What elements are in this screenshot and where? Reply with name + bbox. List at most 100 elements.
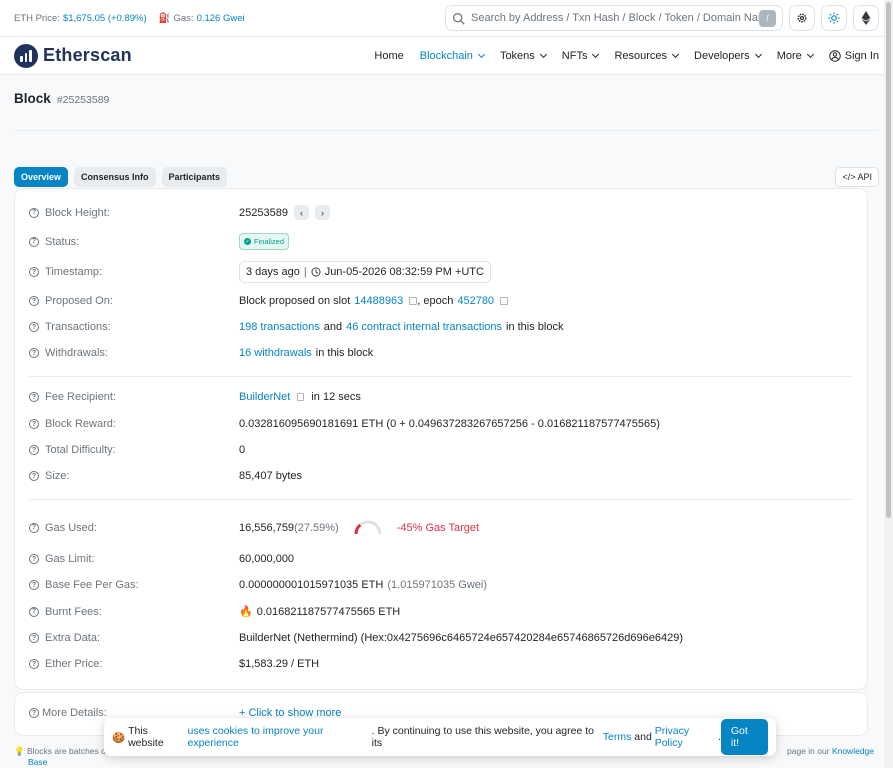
help-icon[interactable]: ?: [29, 296, 39, 306]
clock-icon: [311, 267, 321, 277]
eth-price-stat: ETH Price: $1,675.05 (+0.89%): [14, 13, 147, 24]
help-icon[interactable]: ?: [29, 471, 39, 481]
help-icon[interactable]: ?: [29, 554, 39, 564]
timestamp-box: 3 days ago | Jun-05-2026 08:32:59 PM +UT…: [239, 261, 491, 283]
internal-transactions-link[interactable]: 46 contract internal transactions: [346, 321, 502, 333]
base-fee-label: Base Fee Per Gas:: [45, 579, 139, 591]
user-icon: [829, 49, 841, 62]
withdrawals-label: Withdrawals:: [45, 347, 108, 359]
api-button[interactable]: </> API: [835, 167, 879, 187]
cookie-policy-link[interactable]: uses cookies to improve your experience: [187, 725, 371, 749]
transactions-and: and: [323, 321, 343, 333]
theme-toggle-button[interactable]: [821, 5, 847, 31]
accept-cookies-button[interactable]: Got it!: [720, 719, 768, 755]
copy-icon[interactable]: [297, 393, 305, 401]
help-icon[interactable]: ?: [29, 633, 39, 643]
sign-in-link[interactable]: Sign In: [829, 50, 879, 62]
help-icon[interactable]: ?: [29, 267, 39, 277]
scrollbar-thumb[interactable]: [886, 2, 891, 518]
extra-data-value: BuilderNet (Nethermind) (Hex:0x4275696c6…: [239, 632, 684, 644]
settings-button[interactable]: [789, 5, 815, 31]
gas-target-value: -45% Gas Target: [396, 521, 480, 534]
help-icon[interactable]: ?: [29, 580, 39, 590]
transactions-row: ? Transactions: 198 transactions and 46 c…: [29, 321, 853, 333]
page-scrollbar[interactable]: [884, 0, 893, 768]
api-label: API: [857, 172, 872, 182]
search-shortcut-key: /: [759, 9, 776, 27]
eth-price-value[interactable]: $1,675.05 (+0.89%): [63, 13, 147, 24]
transactions-link[interactable]: 198 transactions: [239, 321, 320, 333]
block-height-label: Block Height:: [45, 206, 110, 219]
nav-tokens[interactable]: Tokens: [500, 50, 547, 62]
fee-recipient-link[interactable]: BuilderNet: [239, 391, 290, 403]
withdrawals-link[interactable]: 16 withdrawals: [239, 347, 312, 359]
gas-value[interactable]: 0.126 Gwei: [197, 13, 245, 24]
nav-home-label: Home: [374, 49, 404, 62]
total-difficulty-label: Total Difficulty:: [45, 444, 116, 456]
privacy-policy-link[interactable]: Privacy Policy: [655, 725, 718, 749]
help-icon[interactable]: ?: [29, 606, 39, 617]
tab-participants[interactable]: Participants: [161, 167, 228, 187]
knowledge-base-link[interactable]: Knowledge: [832, 746, 874, 756]
help-icon[interactable]: ?: [29, 445, 39, 455]
previous-block-button[interactable]: ‹: [293, 205, 309, 220]
check-circle-icon: ✓: [244, 238, 251, 245]
network-button[interactable]: [853, 5, 879, 31]
nav-nfts[interactable]: NFTs: [562, 50, 600, 62]
nav-more-label: More: [776, 49, 802, 62]
base-fee-gwei: (1.015971035 Gwei): [387, 579, 488, 591]
help-icon[interactable]: ?: [29, 348, 39, 358]
ether-price-value: $1,583.29 / ETH: [239, 658, 320, 670]
tab-bar: Overview Consensus Info Participants </>…: [0, 131, 893, 187]
total-difficulty-row: ? Total Difficulty: 0: [29, 444, 853, 456]
chevron-down-icon: [672, 50, 680, 58]
nav-resources[interactable]: Resources: [614, 50, 680, 62]
fire-icon: 🔥: [239, 606, 253, 618]
etherscan-logo[interactable]: Etherscan: [14, 43, 132, 68]
next-block-button[interactable]: ›: [314, 205, 330, 220]
search-input[interactable]: Search by Address / Txn Hash / Block / T…: [465, 12, 759, 24]
gas-used-percent: (27.59%): [294, 521, 339, 534]
knowledge-base-link-cont[interactable]: Base: [28, 757, 47, 767]
help-icon[interactable]: ?: [29, 207, 39, 218]
size-row: ? Size: 85,407 bytes: [29, 470, 853, 482]
gas-stat: ⛽ Gas: 0.126 Gwei: [159, 13, 245, 24]
help-icon[interactable]: ?: [29, 322, 39, 332]
terms-link[interactable]: Terms: [603, 731, 632, 743]
help-icon[interactable]: ?: [29, 419, 39, 429]
ether-price-label: Ether Price:: [45, 658, 103, 670]
fee-recipient-suffix: in 12 secs: [311, 391, 361, 403]
status-label: Status:: [45, 235, 80, 248]
nav-developers[interactable]: Developers: [694, 50, 762, 62]
nav-blockchain[interactable]: Blockchain: [420, 50, 485, 62]
chevron-down-icon: [539, 50, 547, 58]
search-box[interactable]: Search by Address / Txn Hash / Block / T…: [445, 5, 783, 31]
nav-home[interactable]: Home: [374, 50, 403, 62]
more-details-label: More Details:: [42, 707, 107, 719]
help-icon[interactable]: ?: [29, 522, 39, 533]
slot-link[interactable]: 14488963: [354, 295, 403, 307]
cookie-text-pre: This website: [128, 725, 164, 749]
external-link-icon[interactable]: [500, 297, 509, 305]
block-reward-row: ? Block Reward: 0.032816095690181691 ETH …: [29, 418, 853, 430]
gas-pump-icon: ⛽: [158, 12, 171, 24]
epoch-link[interactable]: 452780: [457, 295, 494, 307]
external-link-icon[interactable]: [409, 297, 418, 305]
tab-consensus-info[interactable]: Consensus Info: [74, 167, 156, 187]
lightbulb-icon: 💡: [14, 746, 25, 756]
gear-icon: [797, 13, 807, 23]
gas-label: Gas:: [173, 12, 194, 24]
chevron-down-icon: [806, 50, 814, 58]
gas-used-value: 16,556,759: [239, 521, 295, 534]
help-icon[interactable]: ?: [29, 236, 39, 247]
help-icon[interactable]: ?: [29, 659, 39, 669]
nav-more[interactable]: More: [776, 49, 814, 62]
gas-limit-value: 60,000,000: [239, 553, 295, 565]
block-number-tag: #25253589: [56, 94, 110, 106]
burnt-fees-label: Burnt Fees:: [45, 605, 102, 618]
tab-overview[interactable]: Overview: [14, 167, 69, 187]
logo-text: Etherscan: [43, 45, 132, 65]
help-icon[interactable]: ?: [29, 708, 39, 718]
help-icon[interactable]: ?: [29, 392, 39, 402]
base-fee-value: 0.000000001015971035 ETH: [239, 579, 384, 591]
